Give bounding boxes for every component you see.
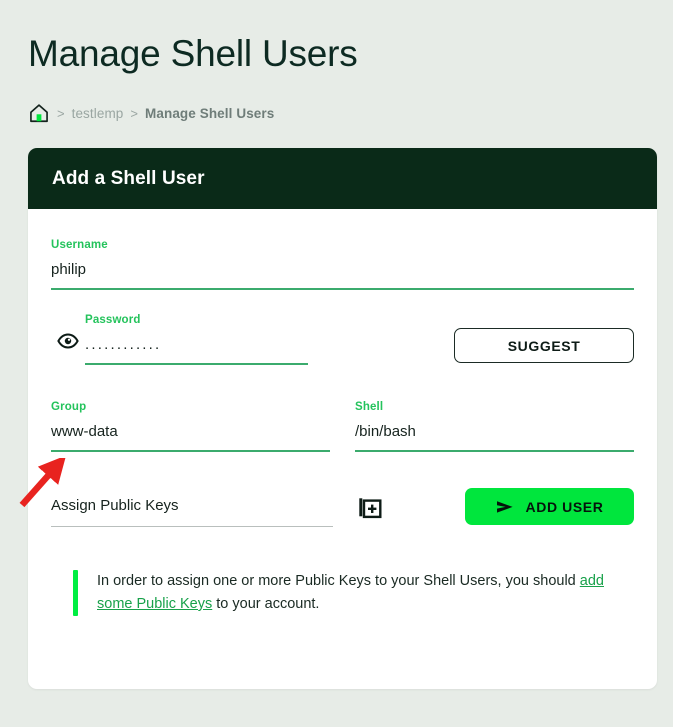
group-input[interactable]: www-data [51, 422, 330, 450]
group-field-group: Group www-data [51, 401, 330, 452]
assign-keys-row: Assign Public Keys ADD USER [51, 488, 634, 527]
note-text: In order to assign one or more Public Ke… [97, 570, 634, 616]
password-label: Password [85, 314, 308, 326]
eye-icon [57, 333, 79, 349]
suggest-button-wrap: SUGGEST [308, 328, 634, 365]
password-underline [85, 363, 308, 365]
username-label: Username [51, 239, 634, 251]
username-field-group: Username philip [51, 239, 634, 290]
group-label: Group [51, 401, 330, 413]
breadcrumb-item-current: Manage Shell Users [145, 106, 274, 121]
add-user-button-label: ADD USER [526, 499, 604, 515]
add-item-icon [358, 497, 382, 521]
group-underline [51, 450, 330, 452]
add-user-button-wrap: ADD USER [407, 488, 634, 525]
page-title: Manage Shell Users [28, 34, 358, 75]
note-text-before: In order to assign one or more Public Ke… [97, 573, 580, 589]
toggle-password-visibility-button[interactable] [51, 332, 85, 365]
public-keys-note: In order to assign one or more Public Ke… [51, 570, 634, 616]
card-header-title: Add a Shell User [52, 168, 205, 190]
assign-keys-input[interactable]: Assign Public Keys [51, 496, 333, 526]
password-field-group: Password ............ SUGGEST [51, 314, 634, 365]
note-accent-bar [73, 570, 78, 616]
assign-keys-underline [51, 526, 333, 527]
send-icon [496, 500, 514, 514]
add-shell-user-card: Add a Shell User Username philip Passwor… [28, 148, 657, 689]
home-icon-svg [28, 102, 50, 124]
group-shell-row: Group www-data Shell /bin/bash [51, 401, 634, 452]
suggest-password-button[interactable]: SUGGEST [454, 328, 634, 363]
breadcrumb: > testlemp > Manage Shell Users [28, 102, 274, 124]
shell-input[interactable]: /bin/bash [355, 422, 634, 450]
breadcrumb-item-testlemp[interactable]: testlemp [72, 106, 124, 121]
card-header: Add a Shell User [28, 148, 657, 209]
note-text-after: to your account. [212, 596, 319, 612]
password-field: Password ............ [85, 314, 308, 365]
username-input[interactable]: philip [51, 260, 634, 288]
assign-keys-field-group: Assign Public Keys [51, 496, 333, 527]
username-underline [51, 288, 634, 290]
add-public-key-button[interactable] [358, 497, 382, 521]
card-body: Username philip Password ............ SU… [28, 209, 657, 689]
add-user-button[interactable]: ADD USER [465, 488, 634, 525]
home-icon[interactable] [28, 102, 50, 124]
password-input[interactable]: ............ [85, 335, 308, 363]
shell-label: Shell [355, 401, 634, 413]
breadcrumb-separator-1: > [57, 106, 65, 121]
breadcrumb-separator-2: > [130, 106, 138, 121]
shell-underline [355, 450, 634, 452]
shell-field-group: Shell /bin/bash [355, 401, 634, 452]
